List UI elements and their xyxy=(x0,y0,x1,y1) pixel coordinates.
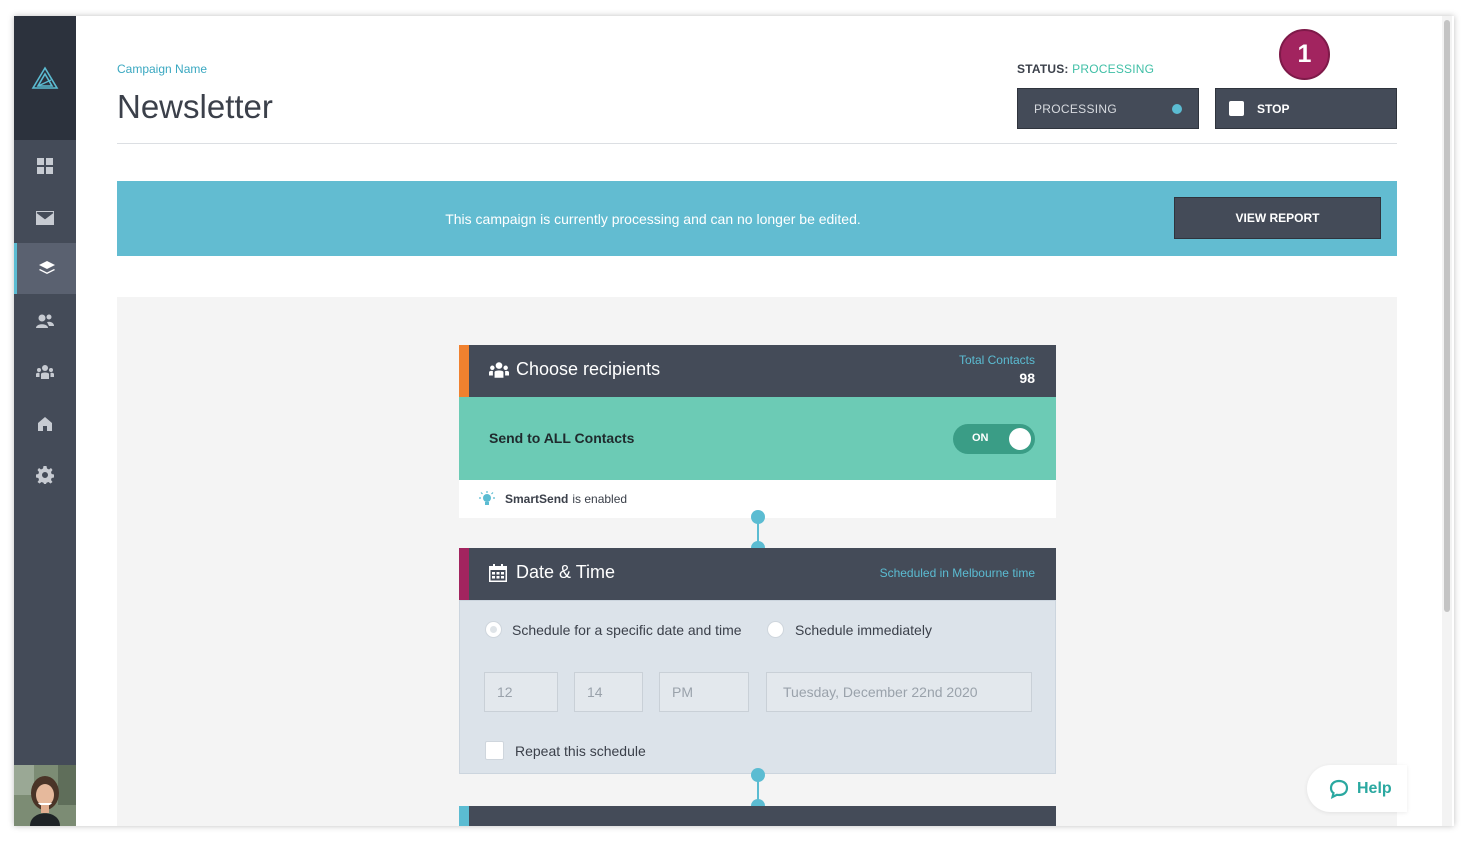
processing-button[interactable]: PROCESSING xyxy=(1017,88,1199,129)
datetime-card-body: Schedule for a specific date and time Sc… xyxy=(459,600,1056,774)
mail-icon xyxy=(36,210,54,225)
next-card-header xyxy=(459,806,1056,826)
sidebar-item-home[interactable] xyxy=(14,398,76,449)
toggle-label: ON xyxy=(972,432,989,444)
stop-button-label: STOP xyxy=(1257,101,1290,116)
recipients-accent xyxy=(459,345,469,397)
settings-icon xyxy=(36,465,54,484)
sidebar-item-mail[interactable] xyxy=(14,192,76,243)
date-field[interactable]: Tuesday, December 22nd 2020 xyxy=(766,672,1032,712)
page-title: Newsletter xyxy=(117,88,273,125)
total-contacts-label: Total Contacts xyxy=(958,353,1035,367)
groups-icon xyxy=(489,361,509,384)
send-all-row: Send to ALL Contacts ON xyxy=(459,397,1056,480)
scrollbar-thumb[interactable] xyxy=(1444,20,1450,612)
contacts-icon xyxy=(36,314,54,328)
status-indicator: STATUS: PROCESSING xyxy=(1017,62,1154,76)
sidebar-item-contacts[interactable] xyxy=(14,295,76,346)
sidebar-item-settings[interactable] xyxy=(14,449,76,500)
sidebar-item-dashboard[interactable] xyxy=(14,140,76,191)
home-icon xyxy=(38,416,52,431)
repeat-label: Repeat this schedule xyxy=(515,743,646,759)
smartsend-text: is enabled xyxy=(572,492,628,506)
sidebar xyxy=(14,16,76,826)
sidebar-item-campaigns[interactable] xyxy=(14,243,76,294)
processing-dot-icon xyxy=(1172,104,1182,114)
minute-field[interactable]: 14 xyxy=(574,672,643,712)
help-button[interactable]: Help xyxy=(1307,765,1407,812)
app-window: Campaign Name Newsletter STATUS: PROCESS… xyxy=(14,16,1454,826)
recipients-card-header: Choose recipients Total Contacts 98 xyxy=(459,345,1056,397)
sidebar-item-groups[interactable] xyxy=(14,346,76,397)
radio-immediate-label: Schedule immediately xyxy=(795,622,932,638)
radio-specific-time-label: Schedule for a specific date and time xyxy=(512,622,742,638)
smartsend-name: SmartSend xyxy=(505,492,569,506)
scrollbar[interactable] xyxy=(1442,16,1452,826)
avatar[interactable] xyxy=(14,765,76,826)
groups-icon xyxy=(36,364,54,379)
processing-banner: This campaign is currently processing an… xyxy=(117,181,1397,256)
banner-message: This campaign is currently processing an… xyxy=(445,210,861,227)
datetime-card-header: Date & Time Scheduled in Melbourne time xyxy=(459,548,1056,600)
timezone-note: Scheduled in Melbourne time xyxy=(879,566,1035,580)
repeat-checkbox[interactable] xyxy=(485,741,504,760)
lightbulb-icon xyxy=(479,491,495,510)
status-label: STATUS: xyxy=(1017,62,1069,76)
calendar-icon xyxy=(489,564,507,587)
stop-button[interactable]: STOP xyxy=(1215,88,1397,129)
view-report-button[interactable]: VIEW REPORT xyxy=(1174,197,1381,239)
total-contacts-value: 98 xyxy=(1019,370,1035,386)
stop-square-icon xyxy=(1229,101,1244,116)
next-card-accent xyxy=(459,806,469,826)
recipients-title: Choose recipients xyxy=(516,359,661,379)
hour-field[interactable]: 12 xyxy=(484,672,558,712)
radio-immediate[interactable] xyxy=(767,621,784,638)
chat-bubble-icon xyxy=(1329,779,1349,799)
datetime-title: Date & Time xyxy=(516,562,616,582)
toggle-knob xyxy=(1009,428,1031,450)
ampm-field[interactable]: PM xyxy=(659,672,749,712)
step-badge: 1 xyxy=(1279,29,1330,80)
status-value: PROCESSING xyxy=(1072,62,1155,76)
send-all-label: Send to ALL Contacts xyxy=(489,430,635,446)
send-all-toggle[interactable]: ON xyxy=(953,424,1035,454)
dashboard-icon xyxy=(37,157,53,174)
campaign-name-label: Campaign Name xyxy=(117,62,208,76)
header-divider xyxy=(117,143,1397,144)
processing-button-label: PROCESSING xyxy=(1034,101,1118,116)
help-label: Help xyxy=(1357,779,1392,797)
logo-icon[interactable] xyxy=(14,16,76,140)
layers-icon xyxy=(38,260,55,274)
radio-specific-time[interactable] xyxy=(485,621,502,638)
datetime-accent xyxy=(459,548,469,600)
